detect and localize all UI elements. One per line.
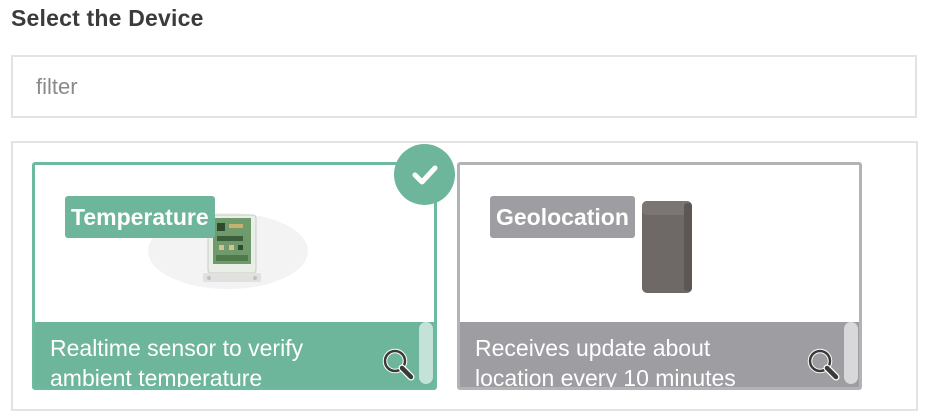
device-label: Geolocation bbox=[490, 196, 635, 238]
description-scrollbar[interactable] bbox=[844, 322, 858, 384]
device-card-temperature[interactable]: Temperature Realtime sensor to verify am… bbox=[32, 162, 437, 390]
device-label: Temperature bbox=[65, 196, 215, 238]
device-description: Receives update about location every 10 … bbox=[460, 322, 859, 387]
filter-input[interactable] bbox=[13, 57, 915, 116]
magnifier-icon[interactable] bbox=[381, 347, 415, 381]
gps-tracker-icon bbox=[642, 201, 692, 293]
checkmark-icon bbox=[412, 165, 438, 185]
magnifier-icon[interactable] bbox=[806, 347, 840, 381]
device-card-geolocation[interactable]: Geolocation Receives update about locati… bbox=[457, 162, 862, 390]
selected-badge bbox=[394, 144, 455, 205]
description-scrollbar[interactable] bbox=[419, 322, 433, 384]
filter-field[interactable] bbox=[11, 55, 917, 118]
device-description: Realtime sensor to verify ambient temper… bbox=[35, 322, 434, 387]
page-title: Select the Device bbox=[11, 5, 204, 31]
